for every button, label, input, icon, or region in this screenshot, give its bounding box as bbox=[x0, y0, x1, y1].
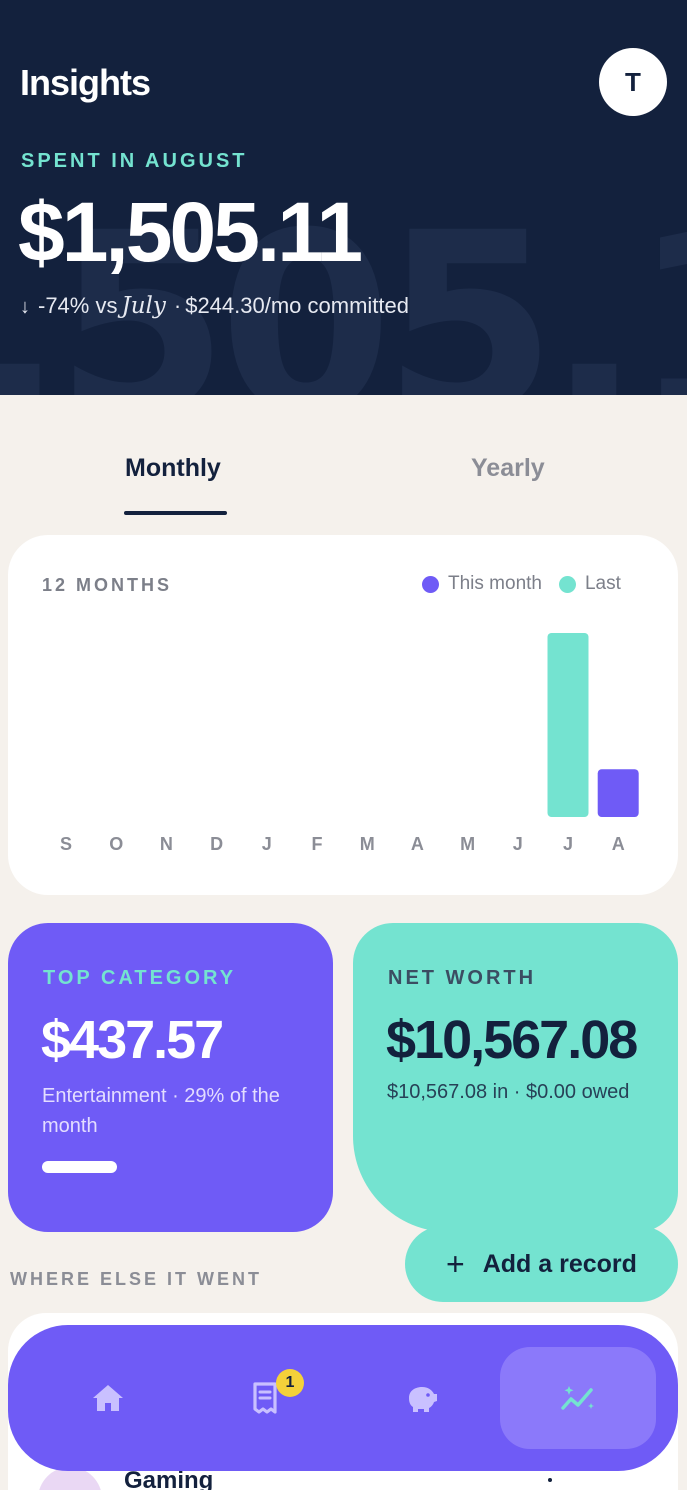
change-percent: -74% vs bbox=[38, 293, 118, 318]
insights-screen: .505.11 Insights T SPENT IN AUGUST $1,50… bbox=[0, 0, 687, 1490]
top-category-label: TOP CATEGORY bbox=[43, 967, 237, 989]
net-worth-label: NET WORTH bbox=[388, 967, 537, 989]
x-tick-label: A bbox=[411, 834, 424, 854]
notification-badge: 1 bbox=[276, 1369, 304, 1397]
x-tick-label: J bbox=[262, 834, 272, 854]
nav-savings[interactable] bbox=[343, 1347, 499, 1449]
section-title: WHERE ELSE IT WENT bbox=[10, 1269, 262, 1289]
x-tick-label: M bbox=[460, 834, 475, 854]
x-tick-label: J bbox=[563, 834, 573, 854]
spending-summary: ↓ -74% vs July · $244.30/mo committed bbox=[20, 293, 409, 319]
nav-insights[interactable] bbox=[500, 1347, 656, 1449]
tab-monthly[interactable]: Monthly bbox=[125, 454, 221, 483]
insights-header: .505.11 Insights T SPENT IN AUGUST $1,50… bbox=[0, 0, 687, 395]
separator: · bbox=[173, 293, 182, 318]
x-tick-label: M bbox=[360, 834, 375, 854]
committed-amount: $244.30/mo committed bbox=[185, 293, 409, 318]
add-record-button[interactable]: + Add a record bbox=[405, 1226, 678, 1302]
x-tick-label: F bbox=[312, 834, 323, 854]
bottom-nav: 1 bbox=[8, 1325, 678, 1471]
net-worth-amount: $10,567.08 bbox=[386, 1010, 638, 1070]
spent-amount: $1,505.11 bbox=[18, 185, 363, 279]
home-icon bbox=[93, 1385, 123, 1411]
spent-label: SPENT IN AUGUST bbox=[21, 150, 248, 172]
net-worth-description: $10,567.08 in · $0.00 owed bbox=[387, 1081, 630, 1103]
x-tick-label: A bbox=[612, 834, 625, 854]
monthly-chart-card: 12 MONTHS This month Last SONDJFMAMJJA bbox=[8, 535, 678, 895]
net-worth-card[interactable]: NET WORTH $10,567.08 $10,567.08 in · $0.… bbox=[353, 923, 678, 1232]
page-title: Insights bbox=[20, 62, 151, 103]
x-tick-label: J bbox=[513, 834, 523, 854]
bar-chart: SONDJFMAMJJA bbox=[60, 633, 639, 854]
arrow-down-icon: ↓ bbox=[20, 296, 30, 318]
plus-icon: + bbox=[446, 1246, 465, 1282]
x-tick-label: S bbox=[60, 834, 72, 854]
x-tick-label: O bbox=[109, 834, 123, 854]
avatar[interactable]: T bbox=[599, 48, 667, 116]
active-tab-indicator bbox=[124, 511, 227, 515]
tab-yearly[interactable]: Yearly bbox=[471, 454, 545, 483]
bar-last-10[interactable] bbox=[547, 633, 589, 817]
compare-month: July bbox=[121, 293, 166, 319]
top-category-indicator bbox=[42, 1161, 117, 1173]
piggy-bank-icon bbox=[409, 1387, 437, 1412]
nav-home[interactable] bbox=[30, 1347, 186, 1449]
top-category-amount: $437.57 bbox=[41, 1010, 224, 1070]
x-tick-label: D bbox=[210, 834, 223, 854]
nav-bills[interactable]: 1 bbox=[187, 1347, 343, 1449]
more-dot-icon bbox=[548, 1478, 552, 1482]
top-category-description: Entertainment · 29% of the month bbox=[42, 1085, 280, 1137]
bar-this-month-11[interactable] bbox=[597, 769, 639, 817]
insights-icon bbox=[561, 1386, 594, 1410]
top-category-card[interactable]: TOP CATEGORY $437.57 Entertainment · 29%… bbox=[8, 923, 333, 1232]
x-tick-label: N bbox=[160, 834, 173, 854]
add-record-label: Add a record bbox=[482, 1249, 637, 1278]
